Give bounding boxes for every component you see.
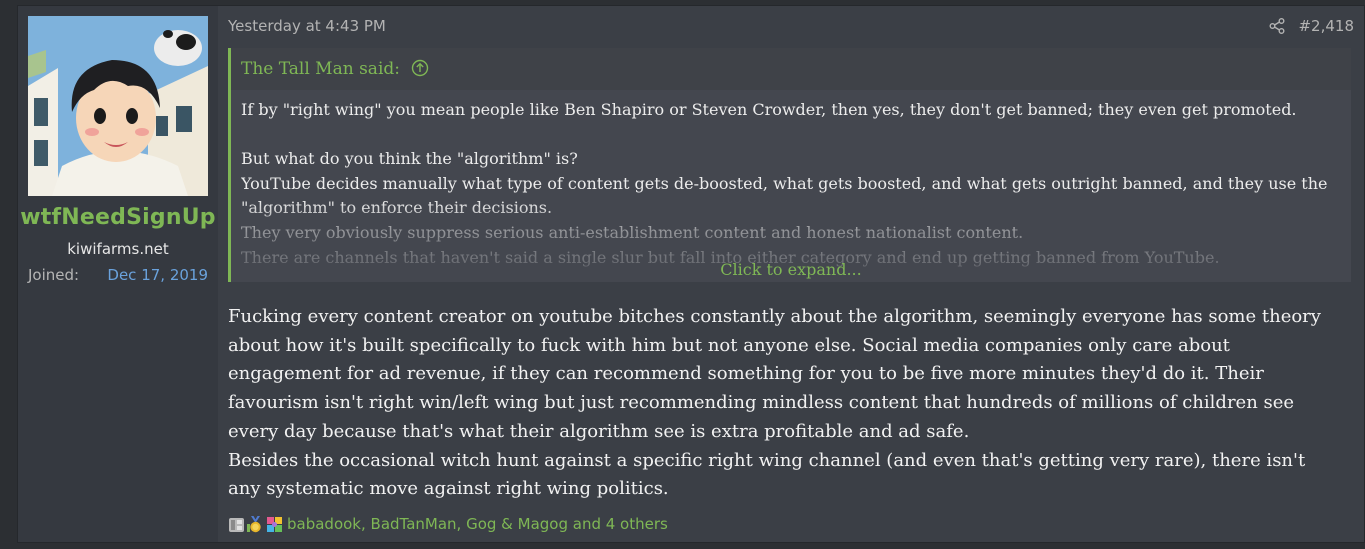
- user-title: kiwifarms.net: [67, 240, 169, 258]
- post-author-panel: wtfNeedSignUp kiwifarms.net Joined: Dec …: [18, 6, 218, 542]
- grey-block-reaction-icon: [229, 518, 244, 532]
- post-message-body: Fucking every content creator on youtube…: [228, 303, 1343, 504]
- quote-attribution[interactable]: The Tall Man said:: [241, 59, 429, 79]
- joined-date: Dec 17, 2019: [107, 266, 208, 284]
- message-paragraph: Besides the occasional witch hunt agains…: [228, 449, 1306, 500]
- quote-paragraph: If by "right wing" you mean people like …: [241, 100, 1297, 119]
- quote-author-label: The Tall Man said:: [241, 59, 400, 79]
- post-main: Yesterday at 4:43 PM #2,418 The Tall Man…: [228, 6, 1354, 542]
- post-number-link[interactable]: #2,418: [1298, 17, 1354, 35]
- avatar-image: [28, 16, 208, 196]
- share-icon[interactable]: [1268, 17, 1286, 35]
- quote-paragraph: But what do you think the "algorithm" is…: [241, 149, 578, 169]
- reaction-users-link[interactable]: babadook, BadTanMan, Gog & Magog and 4 o…: [287, 515, 668, 533]
- quote-paragraph: YouTube decides manually what type of co…: [241, 173, 1328, 218]
- username[interactable]: wtfNeedSignUp: [18, 205, 218, 230]
- user-avatar[interactable]: [28, 16, 208, 196]
- joined-label: Joined:: [28, 266, 80, 284]
- quote-block: The Tall Man said: If by "right wing" yo…: [228, 48, 1351, 282]
- message-paragraph: Fucking every content creator on youtube…: [228, 306, 1321, 442]
- forum-post: wtfNeedSignUp kiwifarms.net Joined: Dec …: [17, 5, 1365, 543]
- arrow-up-circle-icon[interactable]: [411, 59, 429, 77]
- reactions-bar[interactable]: babadook, BadTanMan, Gog & Magog and 4 o…: [228, 513, 668, 535]
- post-timestamp[interactable]: Yesterday at 4:43 PM: [228, 17, 386, 35]
- quote-paragraph: They very obviously suppress serious ant…: [241, 222, 1024, 242]
- click-to-expand-link[interactable]: Click to expand...: [231, 260, 1351, 279]
- quote-header: The Tall Man said:: [231, 48, 1351, 90]
- quote-content: If by "right wing" you mean people like …: [241, 98, 1336, 268]
- quote-blank-line: [241, 123, 1336, 148]
- rainbow-puzzle-reaction-icon: [267, 517, 282, 532]
- gold-medal-reaction-icon: [247, 516, 261, 533]
